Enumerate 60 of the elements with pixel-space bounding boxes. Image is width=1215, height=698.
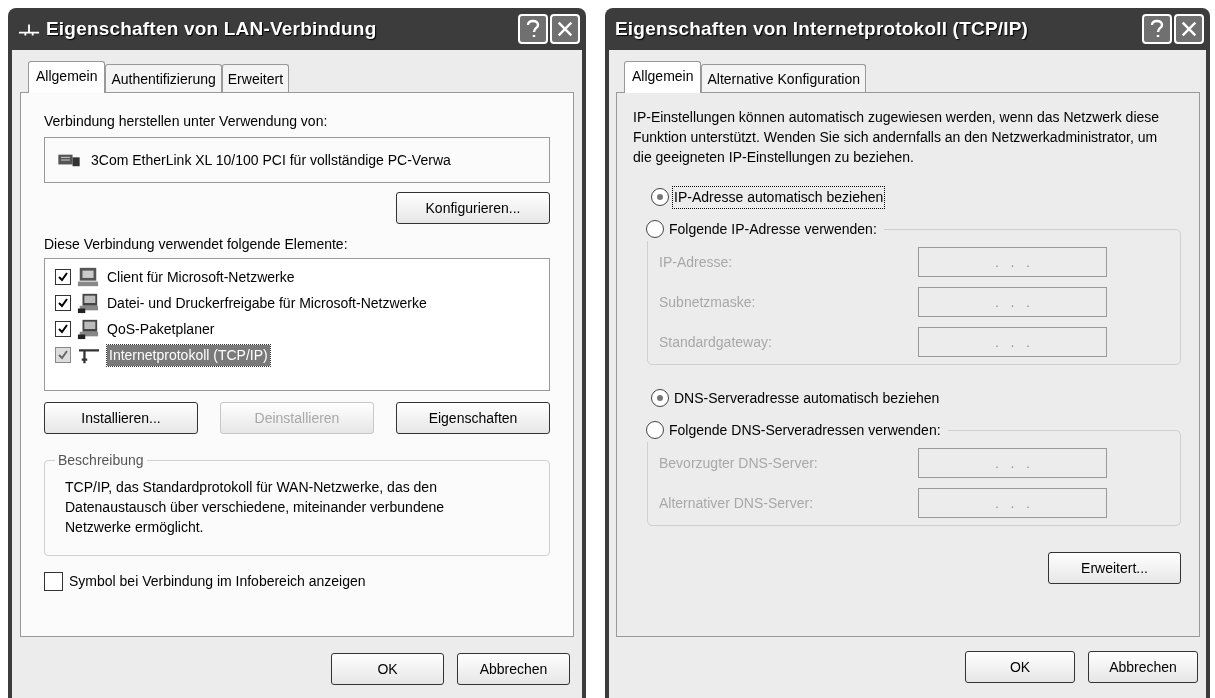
tab[interactable]: Authentifizierung xyxy=(105,64,222,92)
computer-icon xyxy=(77,318,99,340)
field-label: IP-Adresse: xyxy=(659,252,733,272)
checkbox[interactable] xyxy=(55,321,71,337)
computer-icon xyxy=(77,292,99,314)
tab[interactable]: Alternative Konfiguration xyxy=(701,64,867,92)
tab[interactable]: Allgemein xyxy=(624,61,702,93)
close-button[interactable] xyxy=(550,14,580,44)
help-icon xyxy=(526,19,540,39)
tab[interactable]: Allgemein xyxy=(28,61,106,93)
button[interactable]: Installieren... xyxy=(44,402,198,434)
list-item[interactable]: Internetprotokoll (TCP/IP) xyxy=(107,344,270,366)
help-button[interactable] xyxy=(1142,14,1172,44)
field-label: Standardgateway: xyxy=(659,332,772,352)
close-button[interactable] xyxy=(1174,14,1204,44)
radio-label[interactable]: IP-Adresse automatisch beziehen xyxy=(673,186,885,208)
window-title: Eigenschaften von LAN-Verbindung xyxy=(46,16,378,41)
computer-icon xyxy=(77,266,99,288)
network-icon xyxy=(18,21,40,37)
checkbox[interactable] xyxy=(55,347,71,363)
check-icon xyxy=(57,349,69,361)
button[interactable]: Konfigurieren... xyxy=(396,192,550,224)
label: Diese Verbindung verwendet folgende Elemente: xyxy=(44,235,349,254)
button[interactable]: OK xyxy=(331,653,444,685)
button[interactable]: OK xyxy=(965,651,1075,683)
tab[interactable]: Erweitert xyxy=(221,64,289,92)
button[interactable]: Abbrechen xyxy=(1088,651,1198,683)
list-item[interactable]: Client für Microsoft-Netzwerke xyxy=(105,266,297,288)
button[interactable]: Abbrechen xyxy=(457,653,570,685)
radio-button[interactable] xyxy=(651,188,669,206)
field-label: Alternativer DNS-Server: xyxy=(659,493,814,513)
checkbox-label[interactable]: Symbol bei Verbindung im Infobereich anzeigen xyxy=(69,571,366,592)
check-icon xyxy=(57,271,69,283)
description-text: TCP/IP, das Standardprotokoll für WAN-Netzwerke, das den Datenaustausch über verschiedene, miteinander verbundene Netzwerke ermöglicht. xyxy=(65,478,446,537)
checkbox[interactable] xyxy=(44,572,63,591)
radio-button[interactable] xyxy=(646,220,664,238)
radio-button[interactable] xyxy=(651,389,669,407)
close-icon xyxy=(556,20,574,38)
field-label: Bevorzugter DNS-Server: xyxy=(659,453,818,473)
list-item[interactable]: Datei- und Druckerfreigabe für Microsoft-Netzwerke xyxy=(105,292,429,314)
intro-text: IP-Einstellungen können automatisch zugewiesen werden, wenn das Netzwerk diese Funktion unterstützt. Wenden Sie sich andernfalls an den Netzwerkadministrator, um die geeigneten IP-Einstellungen zu beziehen. xyxy=(633,108,1161,167)
button[interactable]: Erweitert... xyxy=(1048,552,1181,584)
help-icon xyxy=(1150,19,1164,39)
help-button[interactable] xyxy=(518,14,548,44)
adapter-name: 3Com EtherLink XL 10/100 PCI für vollständige PC-Verwa xyxy=(91,150,451,170)
check-icon xyxy=(57,323,69,335)
list-item[interactable]: QoS-Paketplaner xyxy=(105,318,217,340)
checkbox[interactable] xyxy=(55,269,71,285)
field-label: Subnetzmaske: xyxy=(659,292,756,312)
check-icon xyxy=(57,297,69,309)
radio-label[interactable]: Folgende IP-Adresse verwenden: xyxy=(668,218,878,240)
window-title: Eigenschaften von Internetprotokoll (TCP/IP) xyxy=(615,16,1030,41)
radio-label[interactable]: DNS-Serveradresse automatisch beziehen xyxy=(673,387,941,409)
button[interactable]: Eigenschaften xyxy=(396,402,550,434)
checkbox[interactable] xyxy=(55,295,71,311)
close-icon xyxy=(1180,20,1198,38)
radio-button[interactable] xyxy=(646,421,664,439)
label: Verbindung herstellen unter Verwendung von: xyxy=(44,112,329,131)
radio-label[interactable]: Folgende DNS-Serveradressen verwenden: xyxy=(668,419,942,441)
network-card-icon xyxy=(57,152,81,168)
